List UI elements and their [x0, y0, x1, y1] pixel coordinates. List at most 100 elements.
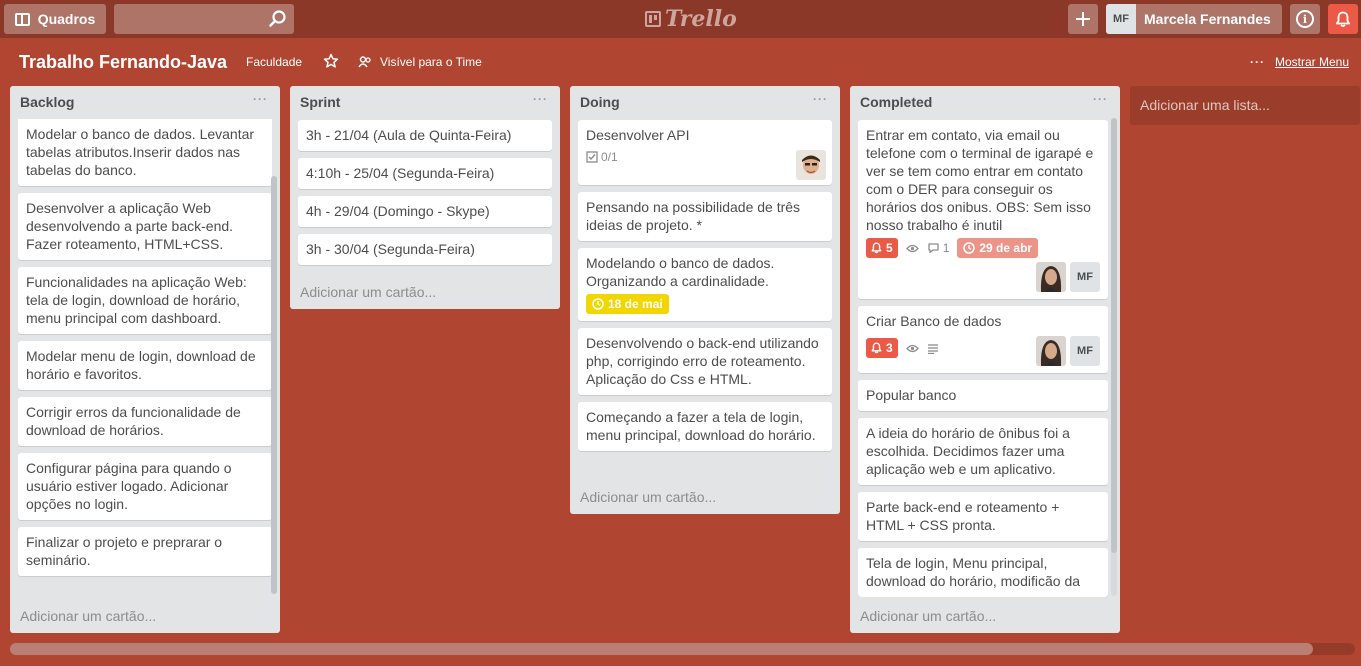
visibility-button[interactable]: Visível para o Time — [358, 55, 482, 69]
list-title[interactable]: Completed — [860, 94, 932, 110]
avatar[interactable] — [1036, 262, 1066, 292]
avatar[interactable] — [1036, 336, 1066, 366]
show-menu-label: Mostrar Menu — [1274, 55, 1349, 69]
list-scrollbar[interactable] — [1111, 118, 1117, 596]
list-menu-icon[interactable]: ··· — [813, 92, 828, 106]
list-header[interactable]: Completed ··· — [850, 86, 1120, 116]
list-card[interactable]: Criar Banco de dados 3 MF — [858, 306, 1108, 373]
list-card[interactable]: Finalizar o projeto e preprarar o seminá… — [18, 527, 272, 576]
list-card[interactable]: Pensando na possibilidade de três ideias… — [578, 192, 832, 241]
checklist-icon — [586, 151, 598, 163]
list-menu-icon[interactable]: ··· — [1093, 92, 1108, 106]
list-menu-icon[interactable]: ··· — [533, 92, 548, 106]
search-input[interactable] — [114, 4, 294, 34]
card-title: 3h - 30/04 (Segunda-Feira) — [306, 241, 475, 257]
add-card-link[interactable]: Adicionar um cartão... — [860, 608, 996, 624]
star-icon[interactable] — [323, 53, 339, 69]
alert-count: 3 — [886, 341, 893, 355]
list-card[interactable]: Tela de login, Menu principal, download … — [858, 548, 1108, 597]
list-card[interactable]: A ideia do horário de ônibus foi a escol… — [858, 418, 1108, 485]
bell-icon — [871, 342, 882, 354]
list-header[interactable]: Doing ··· — [570, 86, 840, 116]
list-card[interactable]: 3h - 21/04 (Aula de Quinta-Feira) — [298, 120, 552, 151]
list-scrollbar-thumb[interactable] — [271, 176, 277, 594]
list-card[interactable]: Entrar em contato, via email ou telefone… — [858, 120, 1108, 299]
card-title: 4:10h - 25/04 (Segunda-Feira) — [306, 165, 495, 181]
list-card[interactable]: Parte back-end e roteamento + HTML + CSS… — [858, 492, 1108, 541]
card-title: Modelando o banco de dados. Organizando … — [586, 255, 775, 289]
list-card[interactable]: 4h - 29/04 (Domingo - Skype) — [298, 196, 552, 227]
card-title: A ideia do horário de ônibus foi a escol… — [866, 425, 1070, 477]
list-card[interactable]: Corrigir erros da funcionalidade de down… — [18, 397, 272, 446]
card-title: Popular banco — [866, 387, 957, 403]
list-header[interactable]: Sprint ··· — [290, 86, 560, 116]
add-list-button[interactable]: Adicionar uma lista... — [1130, 86, 1360, 125]
card-title: Começando a fazer a tela de login, menu … — [586, 409, 816, 443]
list-card[interactable]: Começando a fazer a tela de login, menu … — [578, 402, 832, 451]
avatar[interactable]: MF — [1070, 336, 1100, 366]
card-title: Configurar página para quando o usuário … — [26, 460, 232, 512]
plus-icon — [1076, 12, 1090, 26]
top-header: Quadros Trello MF Marcela Fernandes i — [0, 0, 1361, 38]
notifications-button[interactable] — [1328, 4, 1358, 34]
list-card[interactable]: 3h - 30/04 (Segunda-Feira) — [298, 234, 552, 265]
board-scrollbar[interactable] — [10, 643, 1355, 655]
list-title[interactable]: Backlog — [20, 94, 74, 110]
member-menu-button[interactable]: MF Marcela Fernandes — [1106, 4, 1282, 34]
boards-button[interactable]: Quadros — [4, 4, 106, 34]
list-card[interactable]: Funcionalidades na aplicação Web: tela d… — [18, 267, 272, 334]
list-card[interactable]: Desenvolver a aplicação Web desenvolvend… — [18, 193, 272, 260]
card-title: 4h - 29/04 (Domingo - Skype) — [306, 203, 490, 219]
eye-icon — [905, 344, 919, 352]
avatar[interactable]: MF — [1070, 262, 1100, 292]
trello-logo-icon — [645, 11, 661, 27]
list-card[interactable]: Desenvolvendo o back-end utilizando php,… — [578, 328, 832, 395]
list-backlog: Backlog ··· Modelar o banco de dados. Le… — [10, 86, 280, 633]
board-scrollbar-thumb[interactable] — [10, 643, 1313, 655]
boards-icon — [14, 12, 30, 26]
eye-icon — [905, 244, 919, 252]
list-title[interactable]: Sprint — [300, 94, 340, 110]
due-date-badge[interactable]: 18 de mai — [586, 294, 669, 314]
list-doing: Doing ··· Desenvolver API 0/1 Pensando n… — [570, 86, 840, 514]
add-card-link[interactable]: Adicionar um cartão... — [20, 608, 156, 624]
add-button[interactable] — [1068, 4, 1098, 34]
member-photo-icon — [1036, 336, 1066, 366]
list-title[interactable]: Doing — [580, 94, 620, 110]
clock-icon — [592, 298, 604, 310]
due-date: 18 de mai — [608, 297, 663, 311]
due-date-badge[interactable]: 29 de abr — [957, 238, 1039, 258]
add-card-link[interactable]: Adicionar um cartão... — [580, 489, 716, 505]
board-team[interactable]: Faculdade — [246, 55, 302, 69]
list-scrollbar[interactable] — [271, 176, 277, 594]
list-card[interactable]: Modelando o banco de dados. Organizando … — [578, 248, 832, 321]
list-card[interactable]: 4:10h - 25/04 (Segunda-Feira) — [298, 158, 552, 189]
list-scrollbar-thumb[interactable] — [1111, 118, 1117, 553]
info-button[interactable]: i — [1290, 4, 1320, 34]
bell-icon — [871, 242, 882, 254]
card-title: Desenvolver a aplicação Web desenvolvend… — [26, 200, 234, 252]
card-title: Desenvolvendo o back-end utilizando php,… — [586, 335, 819, 387]
list-card[interactable]: Popular banco — [858, 380, 1108, 411]
alert-badge: 3 — [866, 338, 898, 358]
list-menu-icon[interactable]: ··· — [253, 92, 268, 106]
ellipsis-icon: ··· — [1249, 55, 1265, 69]
comment-badge: 1 — [927, 239, 949, 257]
card-title: Pensando na possibilidade de três ideias… — [586, 199, 801, 233]
list-card[interactable]: Desenvolver API 0/1 — [578, 120, 832, 185]
bell-icon — [1335, 11, 1351, 27]
trello-logo[interactable]: Trello — [645, 6, 737, 32]
board-title[interactable]: Trabalho Fernando-Java — [19, 52, 227, 73]
list-card[interactable]: Modelar menu de login, download de horár… — [18, 341, 272, 390]
watch-badge — [905, 344, 919, 353]
list-card[interactable]: Modelar o banco de dados. Levantar tabel… — [18, 119, 272, 186]
description-badge — [927, 343, 939, 354]
list-card[interactable]: Configurar página para quando o usuário … — [18, 453, 272, 520]
team-icon — [358, 56, 371, 68]
list-header[interactable]: Backlog ··· — [10, 86, 280, 116]
add-card-link[interactable]: Adicionar um cartão... — [300, 284, 436, 300]
search-icon[interactable] — [268, 9, 288, 29]
show-menu-link[interactable]: ··· Mostrar Menu — [1250, 55, 1349, 69]
alert-badge: 5 — [866, 238, 898, 258]
avatar[interactable] — [796, 150, 826, 180]
